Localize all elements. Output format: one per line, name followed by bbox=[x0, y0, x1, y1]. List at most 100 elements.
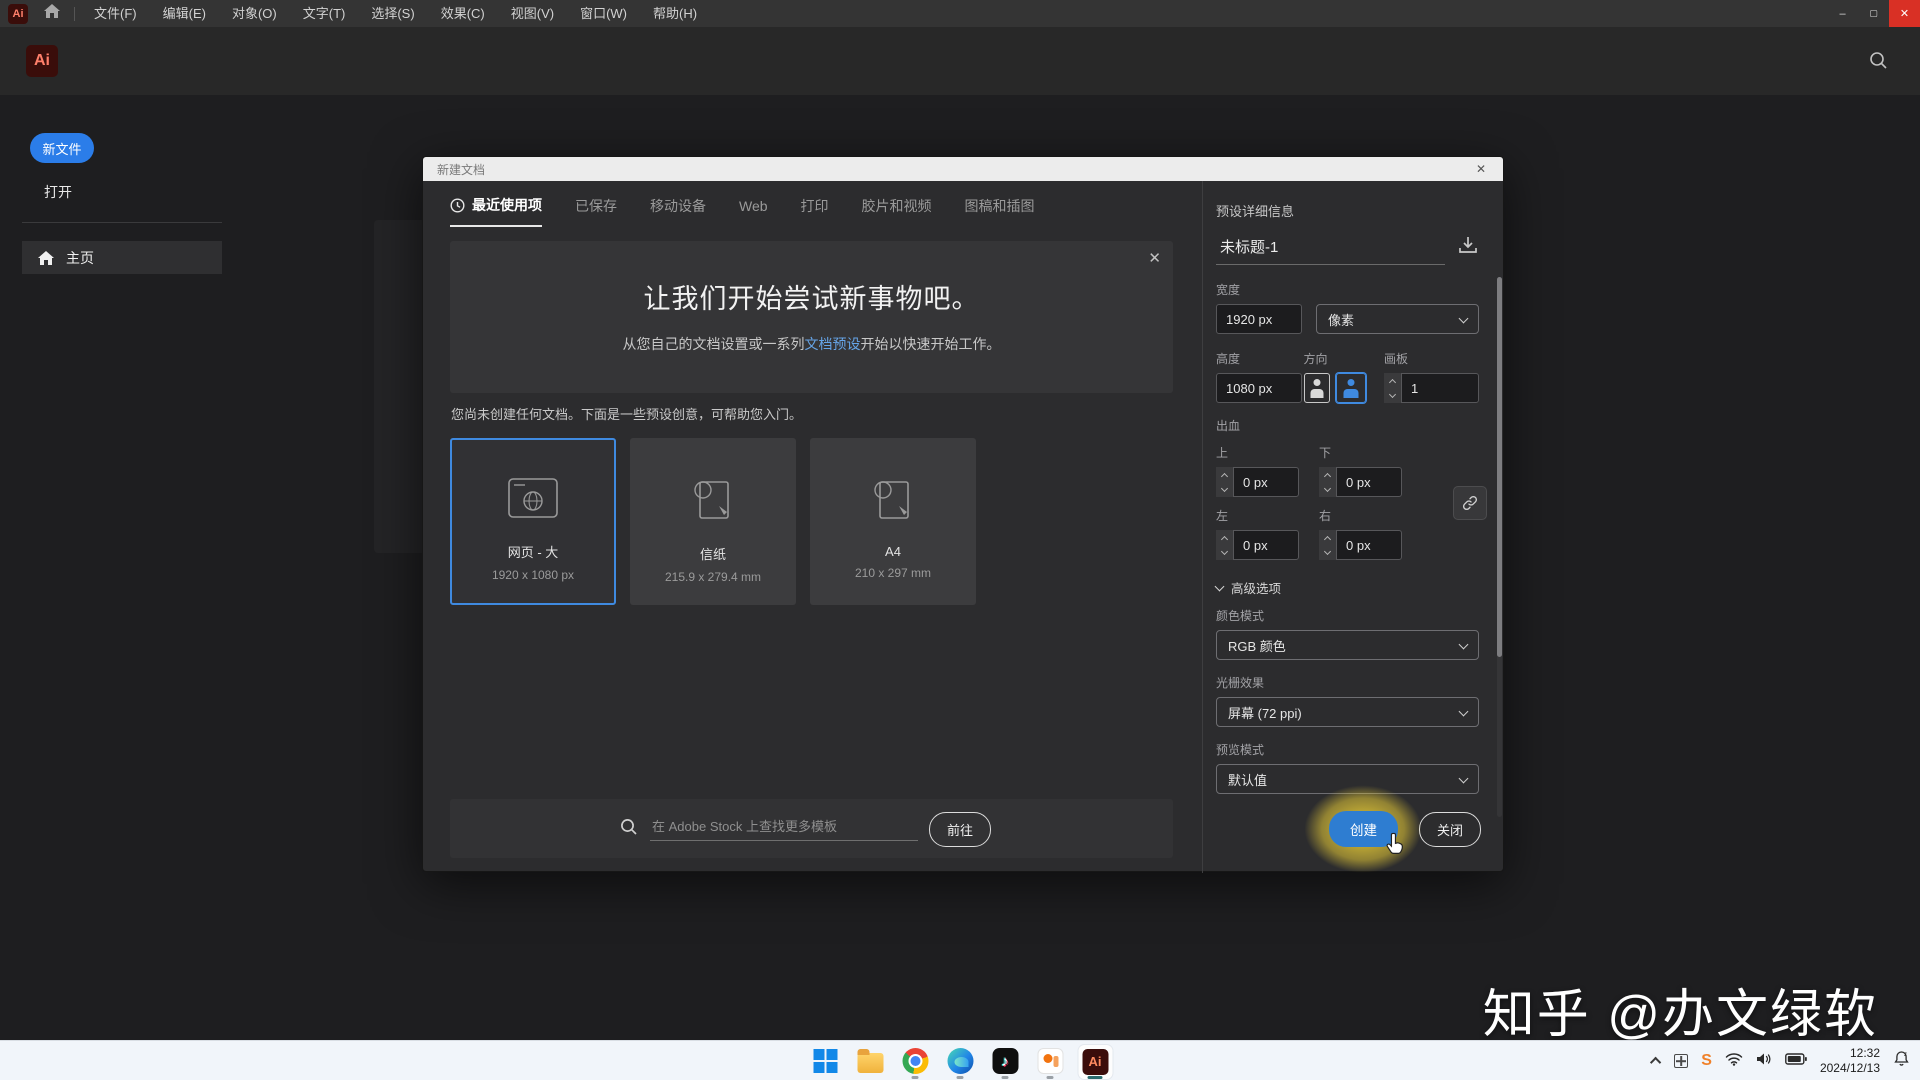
panel-scrollbar[interactable] bbox=[1497, 277, 1502, 817]
link-bleed-values-button[interactable] bbox=[1453, 486, 1487, 520]
document-preset-icon bbox=[689, 476, 737, 522]
bleed-bottom-stepper[interactable] bbox=[1319, 467, 1336, 497]
media-app-icon bbox=[1037, 1048, 1063, 1074]
width-input[interactable] bbox=[1216, 304, 1302, 334]
preset-card-web-large[interactable]: 网页 - 大 1920 x 1080 px bbox=[450, 438, 616, 605]
artboard-count-input[interactable] bbox=[1401, 373, 1479, 403]
stock-search-input[interactable] bbox=[650, 815, 918, 841]
tab-saved[interactable]: 已保存 bbox=[575, 195, 617, 227]
media-app-button[interactable] bbox=[1028, 1041, 1073, 1080]
menu-help[interactable]: 帮助(H) bbox=[640, 0, 710, 27]
notification-bell-icon[interactable]: z bbox=[1893, 1050, 1910, 1072]
running-indicator bbox=[1047, 1076, 1054, 1079]
tab-film-video[interactable]: 胶片和视频 bbox=[862, 195, 932, 227]
preset-card-a4[interactable]: A4 210 x 297 mm bbox=[810, 438, 976, 605]
sidebar-item-home[interactable]: 主页 bbox=[22, 241, 222, 274]
raster-effects-label: 光栅效果 bbox=[1216, 674, 1479, 691]
menu-file[interactable]: 文件(F) bbox=[81, 0, 150, 27]
dialog-titlebar[interactable]: 新建文档 ✕ bbox=[423, 157, 1503, 181]
home-icon[interactable] bbox=[44, 4, 60, 23]
advanced-options-label: 高级选项 bbox=[1231, 578, 1281, 597]
step-down-icon[interactable] bbox=[1384, 388, 1401, 403]
tab-recent[interactable]: 最近使用项 bbox=[450, 195, 542, 227]
running-indicator bbox=[912, 1076, 919, 1079]
tray-app-icon[interactable] bbox=[1674, 1054, 1688, 1068]
go-button[interactable]: 前往 bbox=[929, 812, 991, 847]
battery-icon[interactable] bbox=[1785, 1052, 1807, 1070]
unit-value: 像素 bbox=[1328, 310, 1354, 329]
tab-label: Web bbox=[739, 198, 768, 214]
bleed-top-stepper[interactable] bbox=[1216, 467, 1233, 497]
step-up-icon[interactable] bbox=[1384, 373, 1401, 388]
tab-label: 已保存 bbox=[575, 196, 617, 216]
menu-window[interactable]: 窗口(W) bbox=[567, 0, 640, 27]
download-icon[interactable] bbox=[1457, 234, 1479, 261]
app-header: Ai bbox=[0, 27, 1920, 95]
height-input[interactable] bbox=[1216, 373, 1302, 403]
artboard-label: 画板 bbox=[1384, 350, 1479, 367]
illustrator-taskbar-button[interactable]: Ai bbox=[1073, 1041, 1118, 1080]
menu-select[interactable]: 选择(S) bbox=[358, 0, 427, 27]
active-app-indicator bbox=[1088, 1076, 1103, 1079]
scrollbar-thumb[interactable] bbox=[1497, 277, 1502, 657]
windows-taskbar: ♪ Ai S 12:32 2024/12/13 bbox=[0, 1040, 1920, 1080]
bleed-top-input[interactable] bbox=[1233, 467, 1299, 497]
wifi-icon[interactable] bbox=[1725, 1052, 1743, 1071]
menu-type[interactable]: 文字(T) bbox=[290, 0, 359, 27]
close-window-button[interactable]: ✕ bbox=[1889, 0, 1920, 27]
sidebar-divider bbox=[22, 222, 222, 223]
open-button[interactable]: 打开 bbox=[44, 182, 72, 202]
link-icon bbox=[1461, 494, 1479, 512]
advanced-options-toggle[interactable]: 高级选项 bbox=[1216, 578, 1479, 597]
document-presets-link[interactable]: 文档预设 bbox=[805, 336, 861, 352]
edge-button[interactable] bbox=[938, 1041, 983, 1080]
running-indicator bbox=[957, 1076, 964, 1079]
preset-category-tabs: 最近使用项 已保存 移动设备 Web 打印 胶片和视频 图稿和插图 bbox=[450, 195, 1035, 227]
width-label: 宽度 bbox=[1216, 281, 1479, 298]
start-button[interactable] bbox=[803, 1041, 848, 1080]
tab-print[interactable]: 打印 bbox=[801, 195, 829, 227]
new-file-button[interactable]: 新文件 bbox=[30, 133, 94, 163]
banner-close-icon[interactable]: ✕ bbox=[1148, 249, 1161, 267]
tiktok-button[interactable]: ♪ bbox=[983, 1041, 1028, 1080]
landscape-orientation-icon[interactable] bbox=[1336, 373, 1366, 403]
chrome-button[interactable] bbox=[893, 1041, 938, 1080]
menu-object[interactable]: 对象(O) bbox=[219, 0, 290, 27]
chevron-down-icon bbox=[1459, 774, 1469, 784]
search-icon[interactable] bbox=[1869, 51, 1888, 75]
bleed-right-input[interactable] bbox=[1336, 530, 1402, 560]
bleed-bottom-input[interactable] bbox=[1336, 467, 1402, 497]
bleed-left-label: 左 bbox=[1216, 507, 1319, 524]
color-mode-select[interactable]: RGB 颜色 bbox=[1216, 630, 1479, 660]
file-explorer-button[interactable] bbox=[848, 1041, 893, 1080]
document-name-input[interactable] bbox=[1216, 232, 1445, 265]
volume-icon[interactable] bbox=[1756, 1052, 1772, 1071]
preset-card-letter[interactable]: 信纸 215.9 x 279.4 mm bbox=[630, 438, 796, 605]
preset-details-panel: 预设详细信息 宽度 像素 高度 bbox=[1202, 181, 1505, 873]
menu-view[interactable]: 视图(V) bbox=[498, 0, 567, 27]
chevron-down-icon bbox=[1459, 640, 1469, 650]
maximize-button[interactable]: ▢ bbox=[1858, 0, 1889, 27]
bleed-bottom-label: 下 bbox=[1319, 444, 1422, 461]
bleed-left-stepper[interactable] bbox=[1216, 530, 1233, 560]
folder-icon bbox=[857, 1053, 883, 1073]
artboard-stepper[interactable] bbox=[1384, 373, 1401, 403]
document-preset-icon bbox=[869, 476, 917, 522]
bleed-right-stepper[interactable] bbox=[1319, 530, 1336, 560]
unit-select[interactable]: 像素 bbox=[1316, 304, 1479, 334]
height-label: 高度 bbox=[1216, 350, 1304, 367]
dialog-close-icon[interactable]: ✕ bbox=[1469, 157, 1493, 181]
input-method-icon[interactable]: S bbox=[1701, 1052, 1712, 1070]
tab-art-illustration[interactable]: 图稿和插图 bbox=[965, 195, 1035, 227]
raster-effects-select[interactable]: 屏幕 (72 ppi) bbox=[1216, 697, 1479, 727]
chevron-down-icon bbox=[1215, 581, 1225, 591]
bleed-left-input[interactable] bbox=[1233, 530, 1299, 560]
portrait-orientation-icon[interactable] bbox=[1304, 373, 1330, 403]
menu-effect[interactable]: 效果(C) bbox=[428, 0, 498, 27]
tray-expand-icon[interactable] bbox=[1650, 1057, 1661, 1068]
tab-mobile[interactable]: 移动设备 bbox=[650, 195, 706, 227]
clock[interactable]: 12:32 2024/12/13 bbox=[1820, 1046, 1880, 1076]
minimize-button[interactable]: – bbox=[1827, 0, 1858, 27]
menu-edit[interactable]: 编辑(E) bbox=[150, 0, 219, 27]
tab-web[interactable]: Web bbox=[739, 195, 768, 227]
